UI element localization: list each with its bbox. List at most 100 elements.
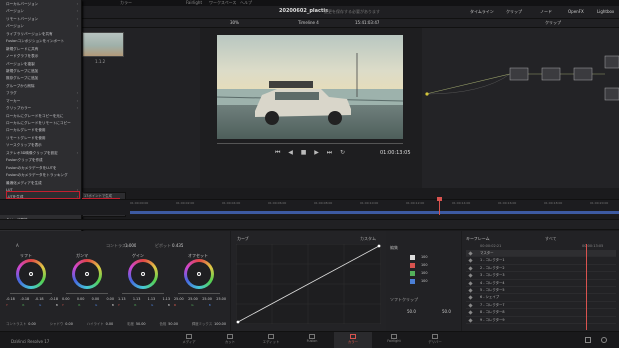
color-wheel[interactable]: ガンマ 0.00 0.00 0.00 0.00 Y R G B [62, 253, 114, 309]
zoom-dropdown[interactable]: 30% [230, 20, 239, 25]
context-menu-item[interactable]: Fusionクリップを作成 [3, 157, 81, 164]
wheel-value[interactable]: -0.18 [20, 297, 29, 301]
context-menu-item[interactable]: バージョン › [3, 8, 81, 15]
page-tab[interactable]: エディット [252, 332, 290, 348]
page-tab[interactable]: Fusion [293, 332, 331, 348]
wheel-ring[interactable] [184, 259, 214, 289]
playhead[interactable] [439, 199, 440, 215]
keyframe-row[interactable]: 1 - コレクター1 [466, 257, 616, 265]
curve-graph[interactable] [236, 244, 381, 324]
playhead-marker-icon[interactable] [437, 197, 442, 201]
page-tab[interactable]: メディア [170, 332, 208, 348]
keyframe-diamond-icon[interactable] [468, 310, 473, 315]
first-frame-icon[interactable]: ⏮ [275, 149, 280, 156]
wheel-footer-item[interactable]: シャドウ 0.00 [50, 321, 73, 327]
context-menu-item[interactable]: クリップカラー › [3, 105, 81, 112]
keyframe-row[interactable]: マスター [466, 250, 616, 258]
page-tab[interactable]: カット [211, 332, 249, 348]
channel-value[interactable]: 100 [421, 279, 427, 283]
keyframe-diamond-icon[interactable] [468, 273, 473, 278]
wheel-value[interactable]: 1.13 [118, 297, 126, 301]
wheel-value[interactable]: 0.00 [106, 297, 114, 301]
nodes-panel-button[interactable]: ノード [540, 9, 552, 15]
wheel-value[interactable]: 1.13 [133, 297, 141, 301]
keyframe-diamond-icon[interactable] [468, 258, 473, 264]
context-menu-item[interactable]: ローカルにグレードをコピーを元に [3, 113, 81, 120]
context-menu-item[interactable]: フラグ › [3, 90, 81, 97]
wheel-value[interactable]: 0.00 [77, 297, 85, 301]
timeline-track[interactable] [130, 211, 619, 214]
context-menu-item[interactable]: バージョン › [3, 23, 81, 30]
viewer-scrubber[interactable] [217, 143, 403, 144]
color-wheel[interactable]: オフセット 25.00 25.00 25.00 25.00 R G B [174, 253, 226, 309]
context-menu-item[interactable]: 新規グループに追加 [3, 68, 81, 75]
wheel-value[interactable]: 0.00 [92, 297, 100, 301]
context-menu-item[interactable]: ローカルバージョン › [3, 1, 81, 8]
context-menu-item[interactable]: ローカルグレードを使用 [3, 127, 81, 134]
timeline-panel-button[interactable]: タイムライン [470, 9, 494, 15]
context-menu-item[interactable]: マーカー › [3, 98, 81, 105]
clip-panel-button[interactable]: クリップ [506, 9, 522, 15]
reverse-icon[interactable]: ◀ [288, 149, 293, 156]
wheel-value[interactable]: 1.13 [162, 297, 170, 301]
context-menu-item[interactable]: 最適化メディアを生成 [3, 180, 81, 187]
gallery-thumbnail[interactable] [82, 32, 124, 57]
context-menu-item[interactable]: Fusionコンポジションをインポート [3, 38, 81, 45]
wheel-value[interactable]: 25.00 [216, 297, 226, 301]
high-value[interactable]: 50.0 [442, 309, 451, 314]
context-menu-item[interactable]: 既存グループに追加 [3, 75, 81, 82]
wheel-slider[interactable] [10, 293, 52, 294]
wheel-ring[interactable] [16, 259, 46, 289]
last-frame-icon[interactable]: ⏭ [327, 149, 332, 156]
pivot-value[interactable]: 0.435 [172, 243, 183, 248]
curve-channel-row[interactable]: 100 [410, 277, 460, 285]
wheel-value[interactable]: -0.18 [6, 297, 15, 301]
context-menu-item[interactable]: グループから削除 [3, 83, 81, 90]
wheel-value[interactable]: -0.18 [49, 297, 58, 301]
color-wheel[interactable]: リフト -0.18 -0.18 -0.18 -0.18 Y R G B [6, 253, 58, 309]
context-menu-item[interactable]: ローカルにグレードをリモートにコピー [3, 120, 81, 127]
keyframe-row[interactable]: 2 - コレクター2 [466, 265, 616, 273]
openfx-panel-button[interactable]: OpenFX [568, 9, 584, 14]
wheel-footer-item[interactable]: 色相 50.00 [159, 321, 178, 327]
curves-mode[interactable]: カスタム [360, 236, 376, 242]
clip-dropdown[interactable]: クリップ [545, 20, 561, 26]
play-icon[interactable]: ▶ [314, 149, 319, 156]
loop-icon[interactable]: ↻ [340, 149, 345, 156]
low-value[interactable]: 50.0 [407, 309, 416, 314]
wheel-slider[interactable] [66, 293, 108, 294]
wheel-slider[interactable] [122, 293, 164, 294]
lightbox-panel-button[interactable]: Lightbox [597, 9, 614, 14]
page-tab[interactable]: デリバー [416, 332, 454, 348]
wheel-footer-item[interactable]: 輝度ミックス 100.00 [192, 321, 226, 327]
context-menu-item[interactable]: バージョンを複製 [3, 61, 81, 68]
keyframe-row[interactable]: 5 - コレクター5 [466, 287, 616, 295]
channel-value[interactable]: 100 [421, 255, 427, 259]
wheel-value[interactable]: 0.00 [62, 297, 70, 301]
wheel-footer-item[interactable]: コントラスト 0.00 [6, 321, 36, 327]
wheel-value[interactable]: 25.00 [174, 297, 184, 301]
channel-value[interactable]: 100 [421, 263, 427, 267]
color-wheel[interactable]: ゲイン 1.13 1.13 1.13 1.13 Y R G B [118, 253, 170, 309]
context-menu-item[interactable]: 新規グレードに共有 [3, 46, 81, 53]
curve-channel-row[interactable]: 100 [410, 261, 460, 269]
wheel-ring[interactable] [72, 259, 102, 289]
viewer-frame[interactable] [217, 35, 403, 139]
keyframe-diamond-icon[interactable] [468, 295, 473, 300]
wheel-value[interactable]: -0.18 [35, 297, 44, 301]
keyframe-row[interactable]: 8 - コレクター8 [466, 309, 616, 317]
context-menu-item[interactable]: ライブラリバージョンを共有 [3, 31, 81, 38]
curve-channel-row[interactable]: 100 [410, 253, 460, 261]
keyframes-playhead[interactable] [586, 244, 587, 330]
keyframe-row[interactable]: 3 - コレクター3 [466, 272, 616, 280]
stop-icon[interactable]: ■ [301, 149, 307, 156]
wheel-slider[interactable] [178, 293, 220, 294]
keyframes-filter[interactable]: すべて [545, 236, 557, 242]
context-menu-item[interactable]: リモートグレードを使用 [3, 135, 81, 142]
context-menu-item[interactable]: Fusionのカメラデータをトラッキング [3, 172, 81, 179]
context-menu-item[interactable]: FusionのカメラデータをLUTを [3, 165, 81, 172]
contrast-value[interactable]: 1.000 [125, 243, 136, 248]
channel-value[interactable]: 100 [421, 271, 427, 275]
page-tab[interactable]: Fairlight [375, 332, 413, 348]
keyframe-row[interactable]: 9 - コレクター9 [466, 317, 616, 324]
